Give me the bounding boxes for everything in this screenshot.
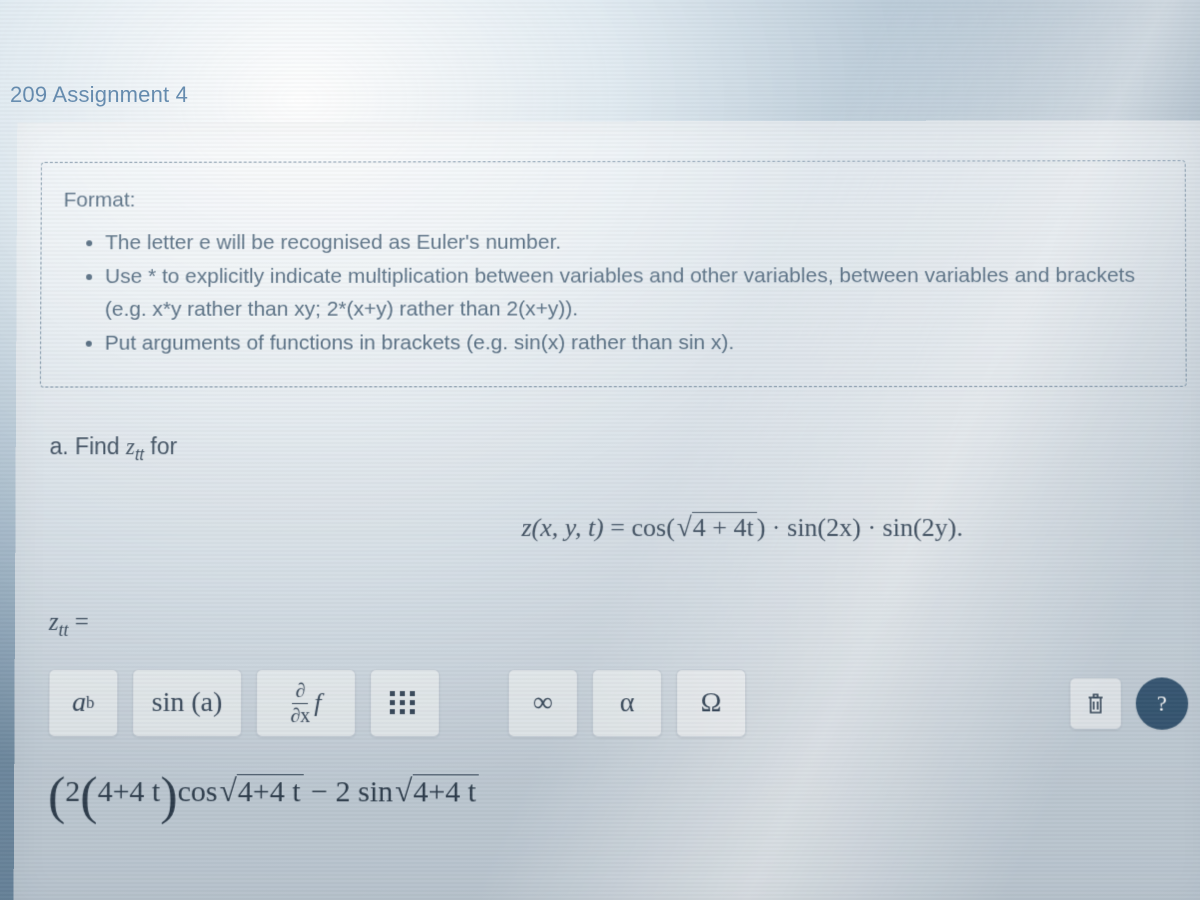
breadcrumb[interactable]: 209 Assignment 4 [0, 78, 198, 112]
matrix-button[interactable] [370, 669, 440, 737]
partial-top: ∂ [292, 681, 308, 704]
format-bullet: Use * to explicitly indicate multiplicat… [105, 260, 1162, 326]
sqrt-expression: 4 + 4t [675, 512, 757, 543]
question-part-a: a. Find ztt for [40, 433, 1188, 465]
omega-button[interactable]: Ω [676, 670, 746, 738]
period: . [956, 513, 963, 542]
infinity-button[interactable]: ∞ [508, 669, 578, 737]
part-label: a. [50, 433, 69, 459]
exponent-sup: b [86, 693, 94, 713]
open-paren: ( [48, 768, 66, 825]
sqrt-arg: 4 + 4t [692, 512, 757, 542]
trash-icon [1086, 692, 1106, 716]
format-bullet: Put arguments of functions in brackets (… [105, 327, 1162, 360]
close-paren: ) [160, 768, 178, 825]
sin-term: sin(2y) [883, 513, 957, 542]
preview-sqrt: 4+4 t [393, 774, 479, 810]
question-prompt: Find [75, 433, 126, 459]
format-hint-box: Format: The letter e will be recognised … [40, 160, 1187, 387]
alpha-button[interactable]: α [592, 669, 662, 737]
equals-sign: = [604, 513, 632, 542]
preview-sqrt-arg: 4+4 t [237, 774, 304, 808]
exponent-button[interactable]: ab [48, 669, 118, 737]
help-button[interactable]: ? [1136, 678, 1189, 730]
answer-input-field[interactable]: (2(4+4 t)cos 4+4 t − 2 sin 4+4 t [48, 767, 1189, 827]
format-label: Format: [64, 183, 1161, 217]
trig-button[interactable]: sin (a) [132, 669, 242, 737]
preview-minus: − 2 [303, 776, 357, 809]
math-input-toolbar: ab sin (a) ∂ ∂x f ∞ α Ω [48, 669, 1188, 738]
equation-display: z(x, y, t) = cos(4 + 4t) · sin(2x) · sin… [39, 512, 1187, 543]
answer-lhs-sub: tt [58, 620, 68, 640]
clear-button[interactable] [1069, 678, 1121, 730]
partial-fraction-icon: ∂ ∂x [290, 681, 310, 726]
preview-sqrt-arg: 4+4 t [412, 775, 479, 809]
question-variable: z [126, 434, 135, 459]
question-prompt-suffix: for [144, 433, 177, 459]
cos-fn: cos [631, 513, 666, 542]
equation-lhs: z(x, y, t) [521, 513, 603, 542]
question-page: Format: The letter e will be recognised … [14, 120, 1200, 900]
dot-operator: · [861, 513, 883, 542]
preview-two: 2 [65, 775, 80, 808]
preview-cos: cos [178, 775, 218, 808]
answer-lhs-var: z [49, 609, 59, 636]
format-bullet: The letter e will be recognised as Euler… [105, 226, 1161, 260]
preview-sin: sin [358, 776, 393, 809]
answer-equals: = [68, 609, 88, 636]
preview-sqrt: 4+4 t [217, 773, 303, 809]
exponent-base: a [72, 687, 86, 719]
partial-bottom: ∂x [290, 704, 310, 726]
open-paren: ( [80, 768, 98, 825]
derivative-button[interactable]: ∂ ∂x f [256, 669, 356, 737]
question-subscript: tt [135, 445, 144, 464]
sin-term: sin(2x) [787, 513, 861, 542]
deriv-f: f [314, 688, 321, 718]
dot-operator: · [765, 513, 787, 542]
answer-label-row: ztt = [39, 609, 1188, 641]
preview-t-expr: 4+4 t [98, 775, 161, 808]
